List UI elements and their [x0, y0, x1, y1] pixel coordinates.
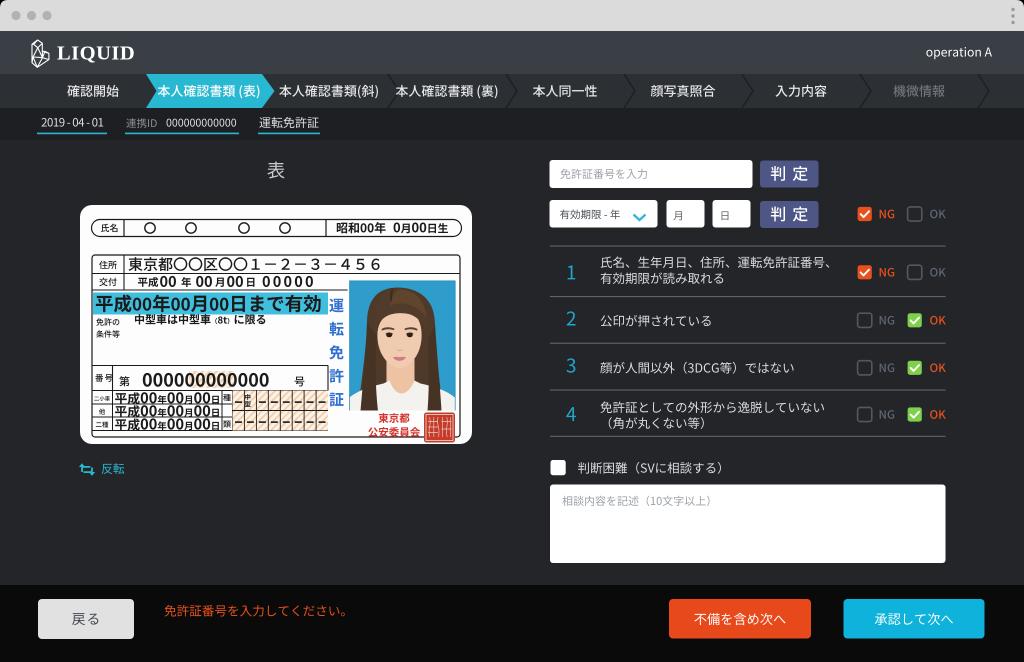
- svg-text:LIQUID: LIQUID: [57, 43, 135, 65]
